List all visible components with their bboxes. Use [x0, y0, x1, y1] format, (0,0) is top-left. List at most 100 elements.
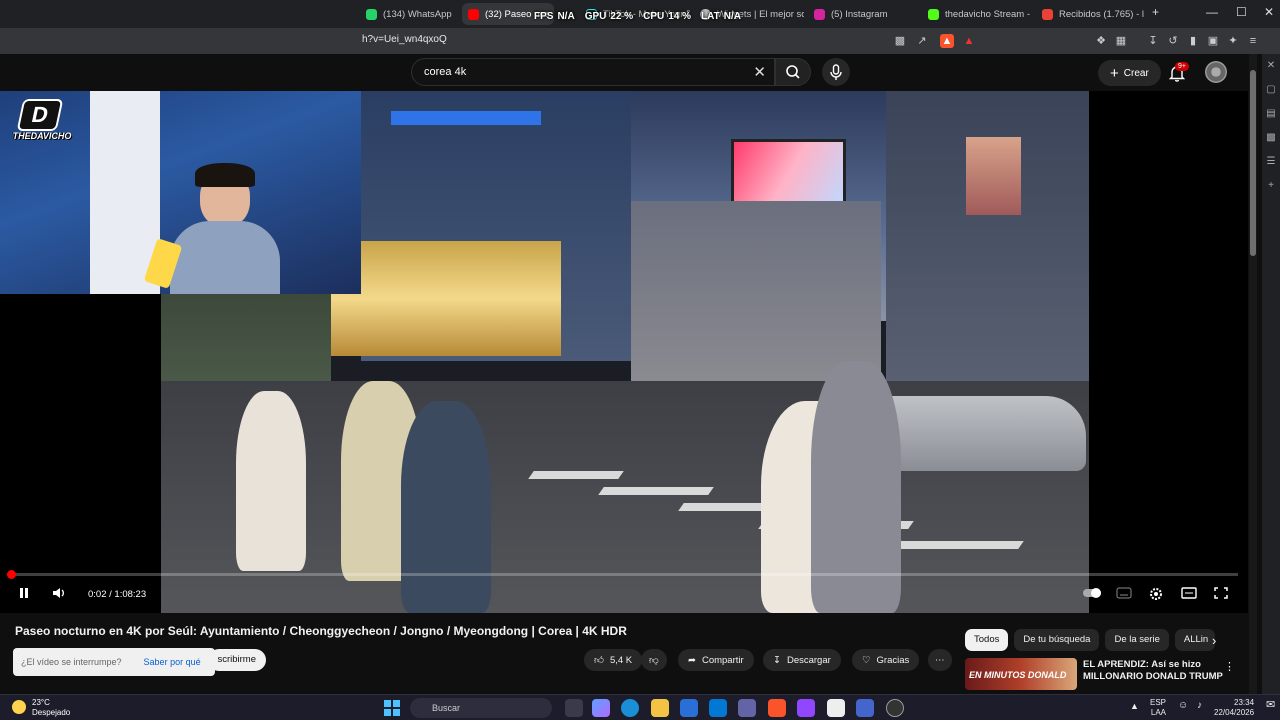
brave-shields-icon[interactable]: ▲: [940, 34, 954, 48]
dislike-button[interactable]: 👎︎: [641, 649, 667, 671]
video-screen: [966, 137, 1021, 215]
pause-button[interactable]: [17, 586, 31, 603]
toast-learn-more-link[interactable]: Saber por qué: [144, 657, 201, 667]
file-explorer-icon[interactable]: [651, 699, 669, 717]
maximize-icon[interactable]: ☐: [1236, 5, 1247, 19]
menu-icon[interactable]: ≡: [1246, 34, 1260, 48]
task-view-icon[interactable]: [565, 699, 583, 717]
download-button[interactable]: ↧ Descargar: [763, 649, 841, 671]
share-icon[interactable]: ↗: [915, 34, 929, 48]
clock[interactable]: 23:34 22/04/2026: [1214, 698, 1254, 718]
subtitles-icon: [1116, 587, 1132, 599]
close-sidebar-icon[interactable]: ✕: [1262, 54, 1280, 78]
reading-icon[interactable]: ▤: [1262, 102, 1280, 126]
tab-kick[interactable]: thedavicho Stream -: [922, 3, 1032, 25]
close-icon[interactable]: ✕: [1264, 5, 1274, 19]
copilot-icon[interactable]: [592, 699, 610, 717]
subtitles-button[interactable]: [1116, 586, 1132, 603]
more-icon: ⋯: [935, 654, 945, 666]
create-button[interactable]: + Crear: [1098, 60, 1161, 86]
app-icon[interactable]: [856, 699, 874, 717]
kebab-menu-icon[interactable]: ⋮: [1224, 660, 1235, 673]
add-panel-icon[interactable]: +: [1262, 174, 1280, 198]
video-player[interactable]: D THEDAVICHO 0:02 / 1:08:23: [0, 91, 1248, 613]
chip-from-search[interactable]: De tu búsqueda: [1014, 629, 1100, 651]
store-icon[interactable]: [680, 699, 698, 717]
app-icon[interactable]: [797, 699, 815, 717]
rewards-icon[interactable]: ▲: [962, 34, 976, 48]
history-panel-icon[interactable]: ▩: [1262, 126, 1280, 150]
new-tab-button[interactable]: +: [1152, 5, 1159, 19]
search-input[interactable]: corea 4k ✕: [411, 58, 775, 86]
tab-instagram[interactable]: (5) Instagram: [808, 3, 918, 25]
cast-icon[interactable]: ▩: [893, 34, 907, 48]
minimize-icon[interactable]: —: [1206, 5, 1218, 19]
account-avatar[interactable]: [1205, 61, 1227, 83]
recommended-thumbnail[interactable]: EN MINUTOS DONALD: [965, 658, 1077, 690]
extensions-icon[interactable]: ❖: [1094, 34, 1108, 48]
sidebar-toggle-icon[interactable]: ▦: [1114, 34, 1128, 48]
mail-icon[interactable]: [709, 699, 727, 717]
url-text[interactable]: h?v=Uei_wn4qxoQ: [362, 34, 447, 45]
clear-search-icon[interactable]: ✕: [753, 63, 766, 81]
browser-sidebar: ✕ ▢ ▤ ▩ ☰ +: [1262, 54, 1280, 694]
voice-search-button[interactable]: [822, 58, 850, 86]
reading-list-icon[interactable]: ▮: [1186, 34, 1200, 48]
super-thanks-icon: ♡: [862, 654, 871, 666]
like-count: 5,4 K: [609, 654, 633, 666]
video-tower: [886, 91, 1089, 391]
subscribe-button[interactable]: scribirme: [208, 649, 266, 671]
theater-icon: [1181, 587, 1197, 599]
chip-from-series[interactable]: De la serie: [1105, 629, 1169, 651]
chip-all[interactable]: Todos: [965, 629, 1009, 651]
video-midbuilding: [631, 201, 881, 381]
share-button[interactable]: ➦ Compartir: [678, 649, 754, 671]
history-icon[interactable]: ↺: [1166, 34, 1180, 48]
language-indicator[interactable]: ESP LAA: [1150, 698, 1166, 718]
fullscreen-button[interactable]: [1213, 586, 1229, 603]
kick-icon: [928, 8, 939, 20]
windows-start-icon[interactable]: [384, 700, 400, 716]
notepad-icon[interactable]: [827, 699, 845, 717]
thanks-button[interactable]: ♡ Gracias: [852, 649, 920, 671]
time-display: 0:02 / 1:08:23: [88, 589, 147, 600]
whatsapp-icon: [366, 8, 377, 20]
recommended-title[interactable]: EL APRENDIZ: Así se hizo MILLONARIO DONA…: [1083, 659, 1223, 683]
like-button[interactable]: 👍︎ 5,4 K: [584, 649, 643, 671]
notification-center-icon[interactable]: ✉: [1266, 700, 1275, 711]
webcam-overlay: D THEDAVICHO: [0, 91, 361, 294]
thumbnail-text: EN MINUTOS DONALD: [969, 670, 1067, 680]
weather-condition: Despejado: [32, 708, 71, 717]
recommended-video[interactable]: EN MINUTOS DONALD EL APRENDIZ: Así se hi…: [965, 658, 1223, 692]
teams-icon[interactable]: [738, 699, 756, 717]
tray-overflow-icon[interactable]: ▲: [1130, 701, 1139, 711]
progress-bar[interactable]: [10, 573, 1238, 576]
video-neon-sign: [391, 111, 541, 125]
search-button[interactable]: [775, 58, 811, 86]
download-icon[interactable]: ↧: [1146, 34, 1160, 48]
wifi-icon[interactable]: ☺: [1178, 701, 1188, 711]
more-actions-button[interactable]: ⋯: [928, 649, 952, 671]
brave-icon[interactable]: [768, 699, 786, 717]
theater-mode-button[interactable]: [1181, 586, 1197, 603]
bookmarks-icon[interactable]: ▢: [1262, 78, 1280, 102]
chip-allin[interactable]: ALLin: [1174, 629, 1215, 651]
recommendation-chips: Todos De tu búsqueda De la serie ALLin: [965, 629, 1215, 651]
volume-button[interactable]: [51, 586, 67, 603]
leo-ai-icon[interactable]: ✦: [1226, 34, 1240, 48]
youtube-header: corea 4k ✕ + Crear: [0, 54, 1262, 91]
progress-scrubber[interactable]: [7, 570, 16, 579]
tab-gmail[interactable]: Recibidos (1.765) - luis: [1036, 3, 1144, 25]
taskbar-search[interactable]: Buscar: [410, 698, 552, 718]
speaker-icon[interactable]: ♪: [1197, 701, 1202, 711]
autoplay-toggle[interactable]: [1082, 586, 1104, 603]
settings-button[interactable]: [1148, 586, 1164, 605]
wallet-icon[interactable]: ▣: [1206, 34, 1220, 48]
edge-icon[interactable]: [621, 699, 639, 717]
obs-icon[interactable]: [886, 699, 904, 717]
scrollbar-thumb[interactable]: [1250, 70, 1256, 256]
weather-widget[interactable]: 23°C Despejado: [32, 698, 70, 718]
chevron-right-icon[interactable]: ›: [1212, 633, 1216, 648]
tab-whatsapp[interactable]: (134) WhatsApp: [360, 3, 460, 25]
playlist-icon[interactable]: ☰: [1262, 150, 1280, 174]
